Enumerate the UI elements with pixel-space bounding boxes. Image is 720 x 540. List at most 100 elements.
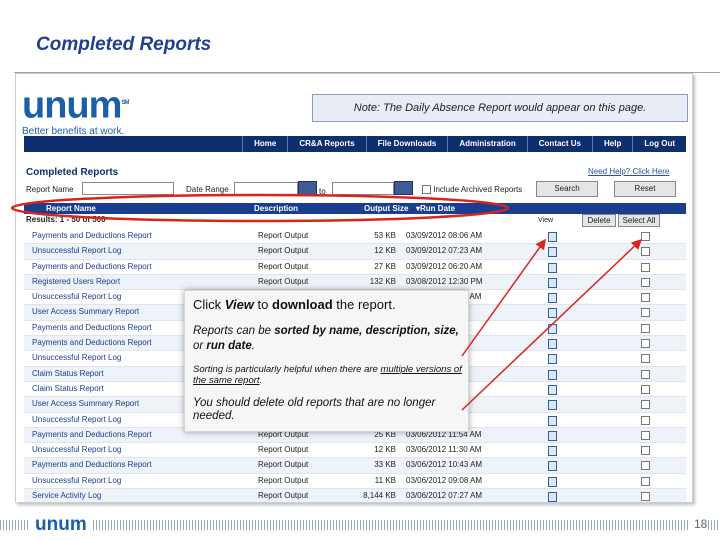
- callout-line-1: Click View to download the report.: [193, 297, 396, 312]
- view-report-icon[interactable]: [548, 339, 557, 350]
- view-report-icon[interactable]: [548, 323, 557, 334]
- view-report-icon[interactable]: [548, 492, 557, 502]
- to-label: to: [319, 187, 326, 196]
- select-row-checkbox[interactable]: [641, 339, 650, 349]
- view-report-icon[interactable]: [548, 369, 557, 380]
- description-cell: Report Output: [258, 475, 309, 485]
- search-button[interactable]: Search: [536, 181, 598, 197]
- report-name-link[interactable]: Unsuccessful Report Log: [32, 443, 121, 457]
- reset-button[interactable]: Reset: [614, 181, 676, 197]
- select-row-checkbox[interactable]: [641, 415, 650, 425]
- size-cell: 132 KB: [369, 276, 396, 286]
- view-report-icon[interactable]: [548, 262, 557, 273]
- nav-file-downloads[interactable]: File Downloads: [365, 136, 448, 152]
- view-report-icon[interactable]: [548, 430, 557, 441]
- select-row-checkbox[interactable]: [641, 277, 650, 287]
- date-to-input[interactable]: [332, 182, 394, 195]
- view-report-icon[interactable]: [548, 354, 557, 365]
- select-row-checkbox[interactable]: [641, 354, 650, 364]
- select-row-checkbox[interactable]: [641, 262, 650, 272]
- report-name-link[interactable]: Registered Users Report: [32, 275, 120, 289]
- report-name-link[interactable]: Unsuccessful Report Log: [32, 290, 121, 304]
- nav-help[interactable]: Help: [592, 136, 632, 152]
- select-row-checkbox[interactable]: [641, 384, 650, 394]
- select-row-checkbox[interactable]: [641, 476, 650, 486]
- calendar-icon[interactable]: [298, 181, 317, 195]
- report-name-link[interactable]: Service Activity Log: [32, 489, 101, 502]
- logo-wordmark: unumSM: [22, 84, 129, 127]
- screenshot-frame: unumSM Better benefits at work. Note: Th…: [15, 73, 693, 503]
- col-run-date[interactable]: ▾Run Date: [416, 203, 455, 214]
- description-cell: Report Output: [258, 460, 309, 470]
- col-report-name[interactable]: Report Name: [46, 203, 96, 214]
- report-name-link[interactable]: Payments and Deductions Report: [32, 260, 152, 274]
- results-count: Results: 1 - 50 of 500: [26, 215, 106, 224]
- nav-home[interactable]: Home: [242, 136, 287, 152]
- nav-log-out[interactable]: Log Out: [632, 136, 686, 152]
- view-report-icon[interactable]: [548, 461, 557, 472]
- report-name-link[interactable]: Payments and Deductions Report: [32, 428, 152, 442]
- report-name-link[interactable]: User Access Summary Report: [32, 305, 139, 319]
- view-report-icon[interactable]: [548, 293, 557, 304]
- include-archived-label: Include Archived Reports: [433, 185, 523, 194]
- report-name-link[interactable]: Unsuccessful Report Log: [32, 474, 121, 488]
- report-name-link[interactable]: Payments and Deductions Report: [32, 321, 152, 335]
- report-name-link[interactable]: User Access Summary Report: [32, 397, 139, 411]
- report-name-link[interactable]: Payments and Deductions Report: [32, 229, 152, 243]
- view-report-icon[interactable]: [548, 415, 557, 426]
- description-cell: Report Output: [258, 491, 309, 501]
- include-archived-checkbox[interactable]: [422, 185, 431, 195]
- select-row-checkbox[interactable]: [641, 400, 650, 410]
- report-name-link[interactable]: Payments and Deductions Report: [32, 458, 152, 472]
- table-row: Unsuccessful Report Log Report Output 12 K…: [24, 443, 686, 459]
- select-row-checkbox[interactable]: [641, 369, 650, 379]
- view-report-icon[interactable]: [548, 400, 557, 411]
- report-name-link[interactable]: Unsuccessful Report Log: [32, 413, 121, 427]
- nav-administration[interactable]: Administration: [447, 136, 526, 152]
- view-report-icon[interactable]: [548, 384, 557, 395]
- table-row: Service Activity Log Report Output 8,144 K…: [24, 489, 686, 502]
- select-row-checkbox[interactable]: [641, 232, 650, 241]
- footer: unum 18: [0, 515, 720, 535]
- page-number: 18: [690, 517, 708, 531]
- view-report-icon[interactable]: [548, 476, 557, 487]
- col-description[interactable]: Description: [254, 203, 298, 214]
- nav-cra-reports[interactable]: CR&A Reports: [287, 136, 365, 152]
- select-row-checkbox[interactable]: [641, 323, 650, 333]
- calendar-icon[interactable]: [394, 181, 413, 195]
- select-all-button[interactable]: Select All: [618, 214, 660, 227]
- report-name-link[interactable]: Unsuccessful Report Log: [32, 351, 121, 365]
- size-cell: 8,144 KB: [363, 491, 396, 501]
- col-output-size[interactable]: Output Size: [364, 203, 408, 214]
- view-report-icon[interactable]: [548, 247, 557, 258]
- select-row-checkbox[interactable]: [641, 247, 650, 257]
- help-link[interactable]: Need Help? Click Here: [588, 167, 669, 176]
- report-name-link[interactable]: Claim Status Report: [32, 367, 104, 381]
- report-name-input[interactable]: [82, 182, 174, 195]
- select-row-checkbox[interactable]: [641, 446, 650, 456]
- run-date-cell: 03/06/2012 11:30 AM: [406, 445, 482, 455]
- select-row-checkbox[interactable]: [641, 308, 650, 318]
- report-name-link[interactable]: Claim Status Report: [32, 382, 104, 396]
- view-report-icon[interactable]: [548, 308, 557, 319]
- view-report-icon[interactable]: [548, 446, 557, 457]
- delete-button[interactable]: Delete: [582, 214, 616, 227]
- view-report-icon[interactable]: [548, 232, 557, 242]
- run-date-cell: 03/06/2012 10:43 AM: [406, 460, 483, 470]
- select-row-checkbox[interactable]: [641, 430, 650, 440]
- date-from-input[interactable]: [234, 182, 298, 195]
- run-date-cell: 03/09/2012 08:06 AM: [406, 231, 483, 240]
- callout-box: Click View to download the report. Repor…: [184, 290, 469, 432]
- nav-contact-us[interactable]: Contact Us: [526, 136, 592, 152]
- view-report-icon[interactable]: [548, 277, 557, 288]
- report-name-link[interactable]: Unsuccessful Report Log: [32, 244, 121, 258]
- report-name-link[interactable]: Payments and Deductions Report: [32, 336, 152, 350]
- run-date-cell: 03/08/2012 12:30 PM: [406, 276, 483, 286]
- table-row: Payments and Deductions Report Report Out…: [24, 458, 686, 474]
- select-row-checkbox[interactable]: [641, 293, 650, 303]
- page-title: Completed Reports: [26, 167, 119, 178]
- select-row-checkbox[interactable]: [641, 461, 650, 471]
- select-row-checkbox[interactable]: [641, 492, 650, 502]
- description-cell: Report Output: [258, 445, 309, 455]
- report-name-label: Report Name: [26, 185, 74, 194]
